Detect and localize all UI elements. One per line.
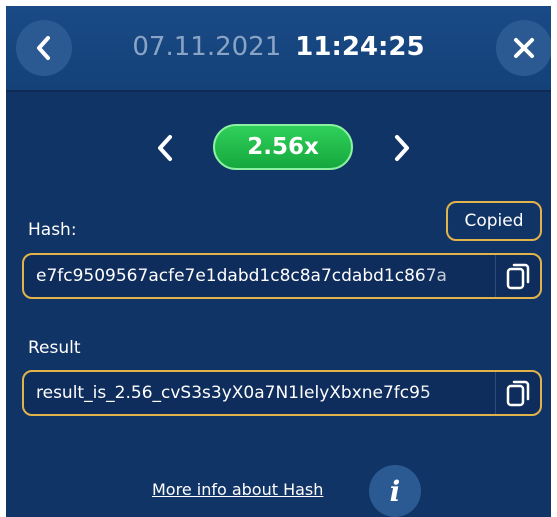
multiplier-badge: 2.56x (213, 124, 353, 170)
copy-result-button[interactable] (495, 372, 540, 414)
round-datetime: 07.11.2021 11:24:25 (86, 30, 471, 64)
round-date: 07.11.2021 (132, 32, 282, 62)
modal-header: 07.11.2021 11:24:25 (6, 6, 551, 92)
copy-hash-button[interactable] (495, 255, 540, 297)
result-fade (416, 372, 498, 414)
more-info-link[interactable]: More info about Hash (152, 480, 323, 499)
close-icon (514, 38, 534, 58)
info-icon[interactable]: i (369, 465, 421, 517)
next-round-button[interactable] (386, 128, 416, 168)
copy-icon (506, 380, 530, 407)
hash-field[interactable]: e7fc9509567acfe7e1dabd1c8c8a7cdabd1c867a (22, 253, 542, 299)
chevron-left-icon (37, 36, 50, 60)
result-label: Result (28, 338, 81, 358)
copy-icon (506, 263, 530, 290)
result-field[interactable]: result_is_2.56_cvS3s3yX0a7N1IelyXbxne7fc… (22, 370, 542, 416)
fairness-modal: 07.11.2021 11:24:25 2.56x Hash: Copied e7… (6, 6, 551, 517)
hash-fade (416, 255, 498, 297)
back-button[interactable] (16, 20, 72, 76)
previous-round-button[interactable] (151, 128, 181, 168)
chevron-right-icon (395, 135, 409, 161)
close-button[interactable] (496, 20, 551, 76)
round-time: 11:24:25 (295, 32, 425, 62)
copied-tooltip: Copied (446, 201, 542, 241)
chevron-left-icon (158, 135, 172, 161)
hash-label: Hash: (28, 220, 77, 240)
